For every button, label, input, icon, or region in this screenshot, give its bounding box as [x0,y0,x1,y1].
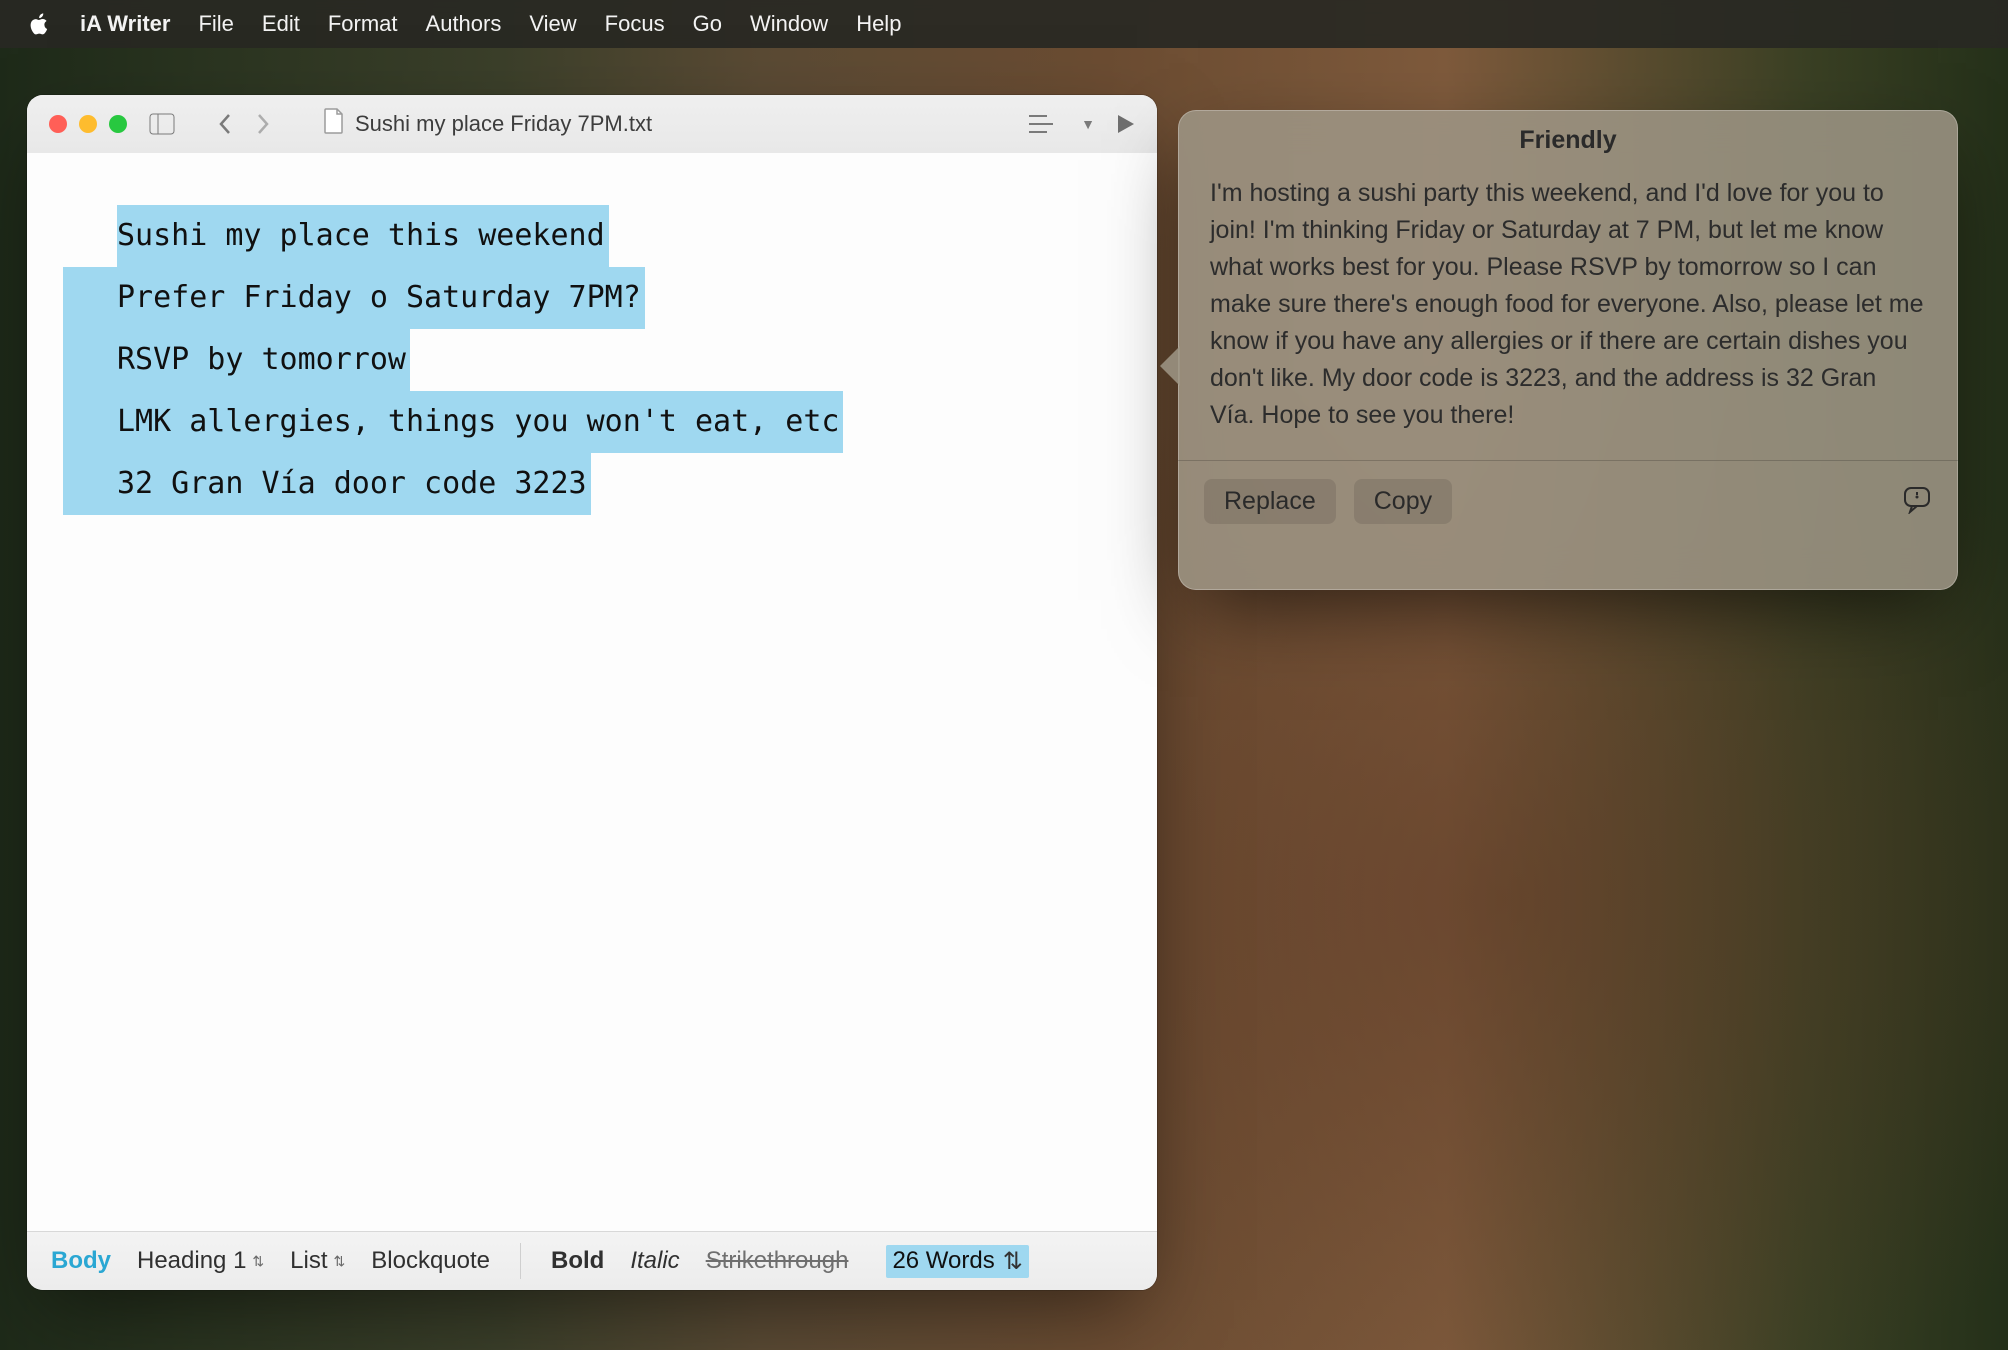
popover-title: Friendly [1178,110,1958,167]
nav-back-icon[interactable] [217,113,233,135]
editor-status-bar: Body Heading 1 ⇅ List ⇅ Blockquote Bold … [27,1231,1157,1290]
menubar-authors[interactable]: Authors [426,11,502,37]
window-zoom-button[interactable] [109,115,127,133]
play-icon[interactable] [1117,114,1135,134]
menubar-view[interactable]: View [529,11,576,37]
window-close-button[interactable] [49,115,67,133]
document-line: 32 Gran Vía door code 3223 [63,453,591,515]
format-blockquote-button[interactable]: Blockquote [371,1247,490,1275]
menubar-focus[interactable]: Focus [605,11,665,37]
document-filename: Sushi my place Friday 7PM.txt [355,111,652,137]
format-body-button[interactable]: Body [51,1247,111,1275]
format-bold-button[interactable]: Bold [551,1247,604,1275]
updown-icon: ⇅ [334,1253,346,1270]
feedback-icon[interactable] [1902,484,1932,519]
macos-menubar: iA Writer File Edit Format Authors View … [0,0,2008,48]
format-heading-label: Heading 1 [137,1247,246,1275]
apple-menu-icon[interactable] [28,12,52,36]
document-title-group[interactable]: Sushi my place Friday 7PM.txt [323,108,652,140]
menubar-app-name[interactable]: iA Writer [80,11,170,37]
window-titlebar[interactable]: Sushi my place Friday 7PM.txt ▼ [27,95,1157,154]
menubar-format[interactable]: Format [328,11,398,37]
editor-window: Sushi my place Friday 7PM.txt ▼ Sushi my… [27,95,1157,1290]
word-count-button[interactable]: 26 Words ⇅ [886,1245,1028,1278]
updown-icon: ⇅ [252,1253,264,1270]
status-divider [520,1243,521,1279]
assistant-popover: Friendly I'm hosting a sushi party this … [1178,110,1958,590]
format-list-select[interactable]: List ⇅ [290,1247,345,1275]
chevron-down-icon[interactable]: ▼ [1081,116,1095,132]
replace-button[interactable]: Replace [1204,479,1336,524]
copy-button[interactable]: Copy [1354,479,1452,524]
format-heading-select[interactable]: Heading 1 ⇅ [137,1247,264,1275]
document-line: Sushi my place this weekend [117,205,609,267]
format-italic-button[interactable]: Italic [630,1247,679,1275]
nav-forward-icon[interactable] [255,113,271,135]
menubar-help[interactable]: Help [856,11,901,37]
menubar-window[interactable]: Window [750,11,828,37]
sidebar-toggle-icon[interactable] [149,113,175,135]
editor-text-area[interactable]: Sushi my place this weekend Prefer Frida… [27,153,1157,1232]
updown-icon: ⇅ [1003,1247,1023,1276]
outline-icon[interactable] [1029,113,1059,135]
document-line: RSVP by tomorrow [63,329,410,391]
popover-pointer [1160,346,1180,386]
menubar-edit[interactable]: Edit [262,11,300,37]
window-minimize-button[interactable] [79,115,97,133]
word-count-label: 26 Words [892,1247,994,1275]
window-traffic-lights [49,115,127,133]
document-icon [323,108,345,140]
format-strikethrough-button[interactable]: Strikethrough [706,1247,849,1275]
popover-body-text: I'm hosting a sushi party this weekend, … [1178,167,1958,434]
menubar-file[interactable]: File [198,11,233,37]
format-list-label: List [290,1247,327,1275]
menubar-go[interactable]: Go [693,11,722,37]
document-line: LMK allergies, things you won't eat, etc [63,391,843,453]
document-line: Prefer Friday o Saturday 7PM? [63,267,645,329]
